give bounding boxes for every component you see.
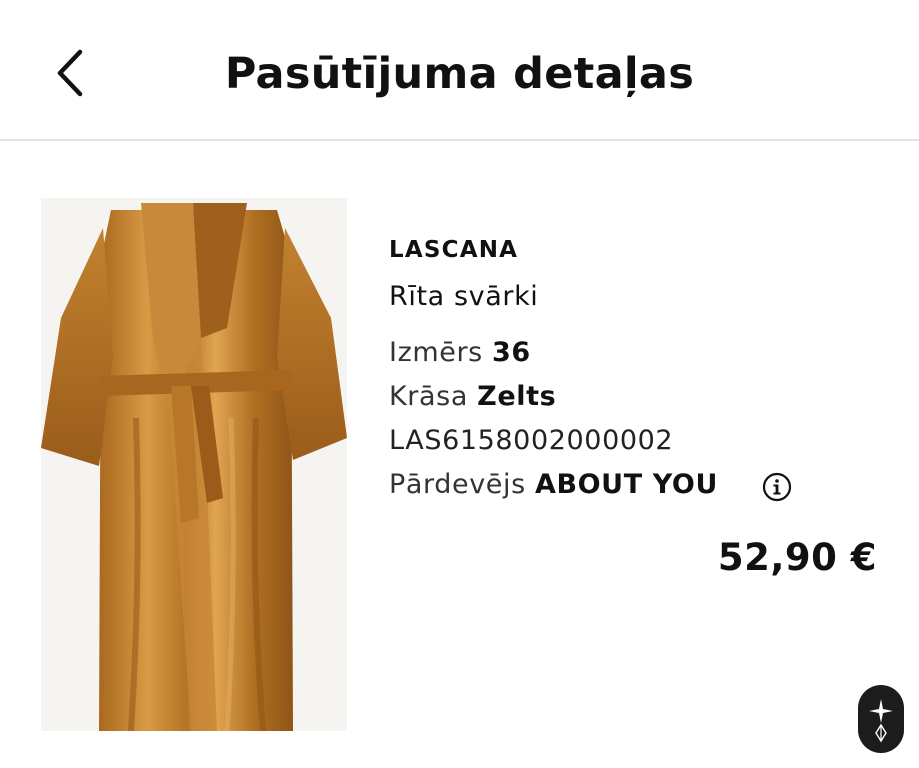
color-label: Krāsa [389,381,468,412]
product-price: 52,90 € [717,536,877,579]
size-row: Izmērs 36 [389,334,531,372]
seller-label: Pārdevējs [389,469,526,500]
product-sku: LAS6158002000002 [389,425,674,456]
page-title: Pasūtījuma detaļas [224,49,695,99]
color-row: Krāsa Zelts [389,378,556,416]
seller-value: ABOUT YOU [534,469,718,500]
star-emblem-icon [869,699,893,743]
product-name: Rīta svārki [389,281,539,312]
floating-action-button[interactable] [858,685,904,753]
size-value: 36 [492,337,531,368]
seller-row: Pārdevējs ABOUT YOU [389,466,718,504]
size-label: Izmērs [389,337,483,368]
header-bar: Pasūtījuma detaļas [0,0,919,141]
info-icon[interactable] [762,472,792,502]
color-value: Zelts [477,381,557,412]
product-image[interactable] [41,198,347,731]
product-brand: LASCANA [389,237,519,263]
robe-illustration [41,198,347,731]
